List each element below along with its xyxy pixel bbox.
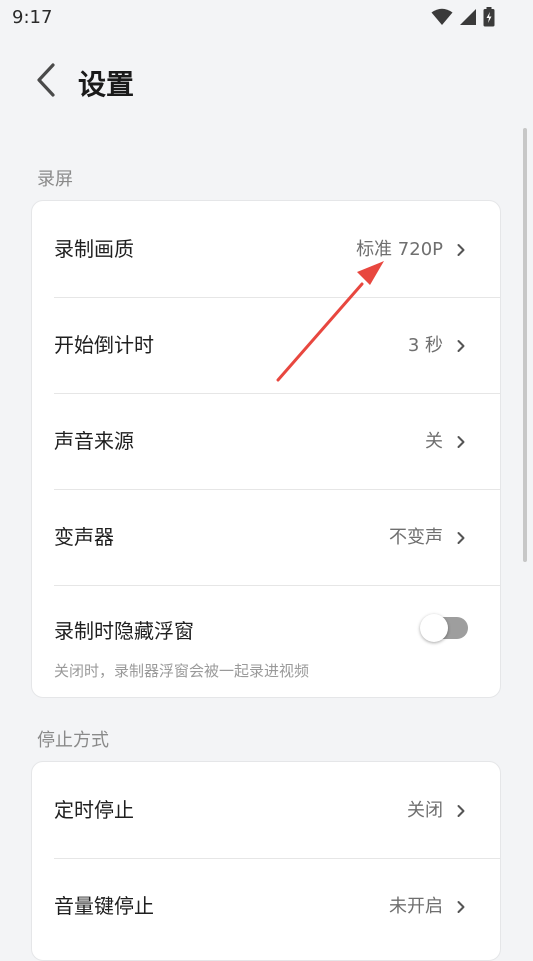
hide-float-window-toggle[interactable]	[420, 614, 468, 642]
row-value: 3 秒	[407, 335, 443, 356]
chevron-right-icon	[457, 532, 465, 544]
row-description: 关闭时，录制器浮窗会被一起录进视频	[54, 662, 310, 680]
row-value: 标准 720P	[356, 239, 443, 260]
setting-row-timed-stop[interactable]: 定时停止 关闭	[32, 762, 500, 858]
row-label: 录制画质	[54, 237, 134, 261]
setting-row-countdown[interactable]: 开始倒计时 3 秒	[32, 297, 500, 393]
setting-row-voice-changer[interactable]: 变声器 不变声	[32, 489, 500, 585]
scrollbar[interactable]	[523, 128, 527, 562]
page-title: 设置	[78, 68, 135, 101]
signal-icon	[460, 9, 476, 25]
chevron-right-icon	[457, 340, 465, 352]
chevron-right-icon	[457, 244, 465, 256]
wifi-icon	[431, 8, 453, 25]
row-label: 音量键停止	[54, 894, 154, 918]
row-value: 未开启	[389, 896, 443, 917]
status-time: 9:17	[12, 7, 53, 28]
row-label: 变声器	[54, 525, 114, 549]
row-value: 不变声	[389, 527, 443, 548]
status-icons	[431, 7, 495, 27]
row-value: 关闭	[407, 800, 443, 821]
battery-charging-icon	[483, 7, 495, 27]
row-label: 定时停止	[54, 798, 134, 822]
stop-method-settings-card: 定时停止 关闭 音量键停止 未开启	[31, 761, 501, 961]
chevron-right-icon	[457, 805, 465, 817]
row-label: 声音来源	[54, 429, 134, 453]
header: 设置	[0, 52, 533, 110]
setting-row-audio-source[interactable]: 声音来源 关	[32, 393, 500, 489]
section-label-recording: 录屏	[37, 169, 73, 190]
row-label: 录制时隐藏浮窗	[54, 619, 194, 643]
setting-row-volume-key-stop[interactable]: 音量键停止 未开启	[32, 858, 500, 954]
chevron-right-icon	[457, 436, 465, 448]
back-button[interactable]	[26, 60, 66, 100]
back-chevron-icon	[37, 63, 55, 97]
row-label: 开始倒计时	[54, 333, 154, 357]
recording-settings-card: 录制画质 标准 720P 开始倒计时 3 秒 声音来源 关 变声器 不变声 录制…	[31, 200, 501, 698]
setting-row-recording-quality[interactable]: 录制画质 标准 720P	[32, 201, 500, 297]
chevron-right-icon	[457, 901, 465, 913]
section-label-stop-method: 停止方式	[37, 730, 109, 751]
row-value: 关	[425, 431, 443, 452]
status-bar: 9:17	[0, 0, 533, 36]
toggle-knob	[420, 614, 448, 642]
setting-row-hide-float-window: 录制时隐藏浮窗 关闭时，录制器浮窗会被一起录进视频	[32, 585, 500, 697]
